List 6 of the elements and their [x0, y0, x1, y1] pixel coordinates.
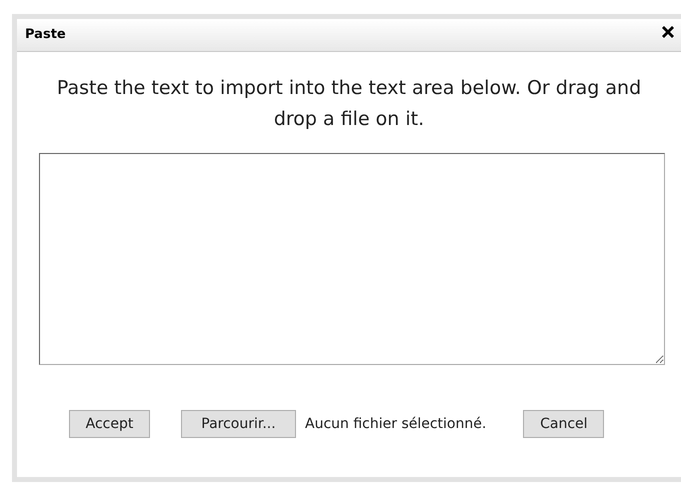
dialog-title: Paste	[25, 26, 67, 44]
cancel-button[interactable]: Cancel	[523, 410, 604, 438]
browse-button[interactable]: Parcourir...	[181, 410, 296, 438]
instruction-text: Paste the text to import into the text area below. Or drag and drop a file on it.	[56, 76, 642, 132]
file-status-text: Aucun fichier sélectionné.	[305, 414, 486, 434]
accept-button[interactable]: Accept	[69, 410, 150, 438]
